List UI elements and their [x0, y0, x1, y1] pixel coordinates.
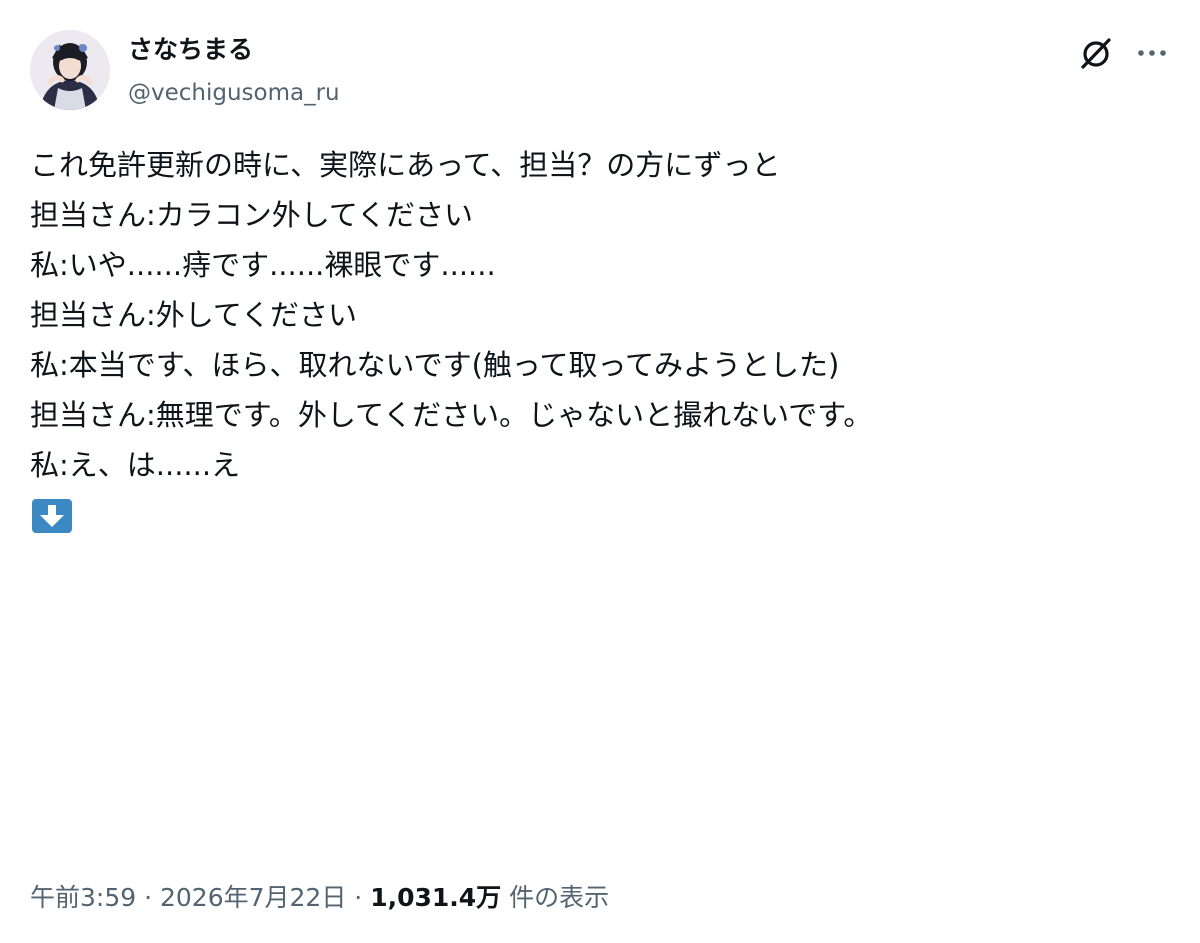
grok-icon[interactable] — [1076, 33, 1116, 73]
tweet-line: 担当さん:無理です。外してください。じゃないと撮れないです。 — [30, 398, 873, 432]
tweet-line: 私:本当です、ほら、取れないです(触って取ってみようとした) — [30, 348, 840, 382]
avatar-image — [30, 30, 110, 110]
meta-separator: · — [354, 883, 363, 912]
down-arrow-emoji — [31, 498, 73, 534]
tweet-time[interactable]: 午前3:59 — [30, 883, 136, 912]
tweet-line: 私:いや......痔です......裸眼です...... — [30, 248, 496, 282]
meta-separator: · — [144, 883, 153, 912]
views-label: 件の表示 — [509, 883, 610, 912]
avatar[interactable] — [30, 30, 110, 110]
tweet-line: 私:え、は......え — [30, 448, 241, 482]
display-name[interactable]: さなちまる — [128, 30, 253, 70]
tweet-line: これ免許更新の時に、実際にあって、担当？の方にずっと — [30, 148, 781, 182]
handle[interactable]: @vechigusoma_ru — [128, 76, 340, 110]
views-count: 1,031.4万 — [370, 883, 502, 912]
tweet-date[interactable]: 2026年7月22日 — [160, 883, 346, 912]
more-options-icon[interactable] — [1132, 33, 1172, 73]
tweet-line: 担当さん:外してください — [30, 298, 358, 332]
tweet-line: 担当さん:カラコン外してください — [30, 198, 474, 232]
tweet-text: これ免許更新の時に、実際にあって、担当？の方にずっと 担当さん:カラコン外してく… — [30, 140, 1170, 490]
tweet-meta: 午前3:59 · 2026年7月22日 · 1,031.4万 件の表示 — [30, 876, 609, 920]
